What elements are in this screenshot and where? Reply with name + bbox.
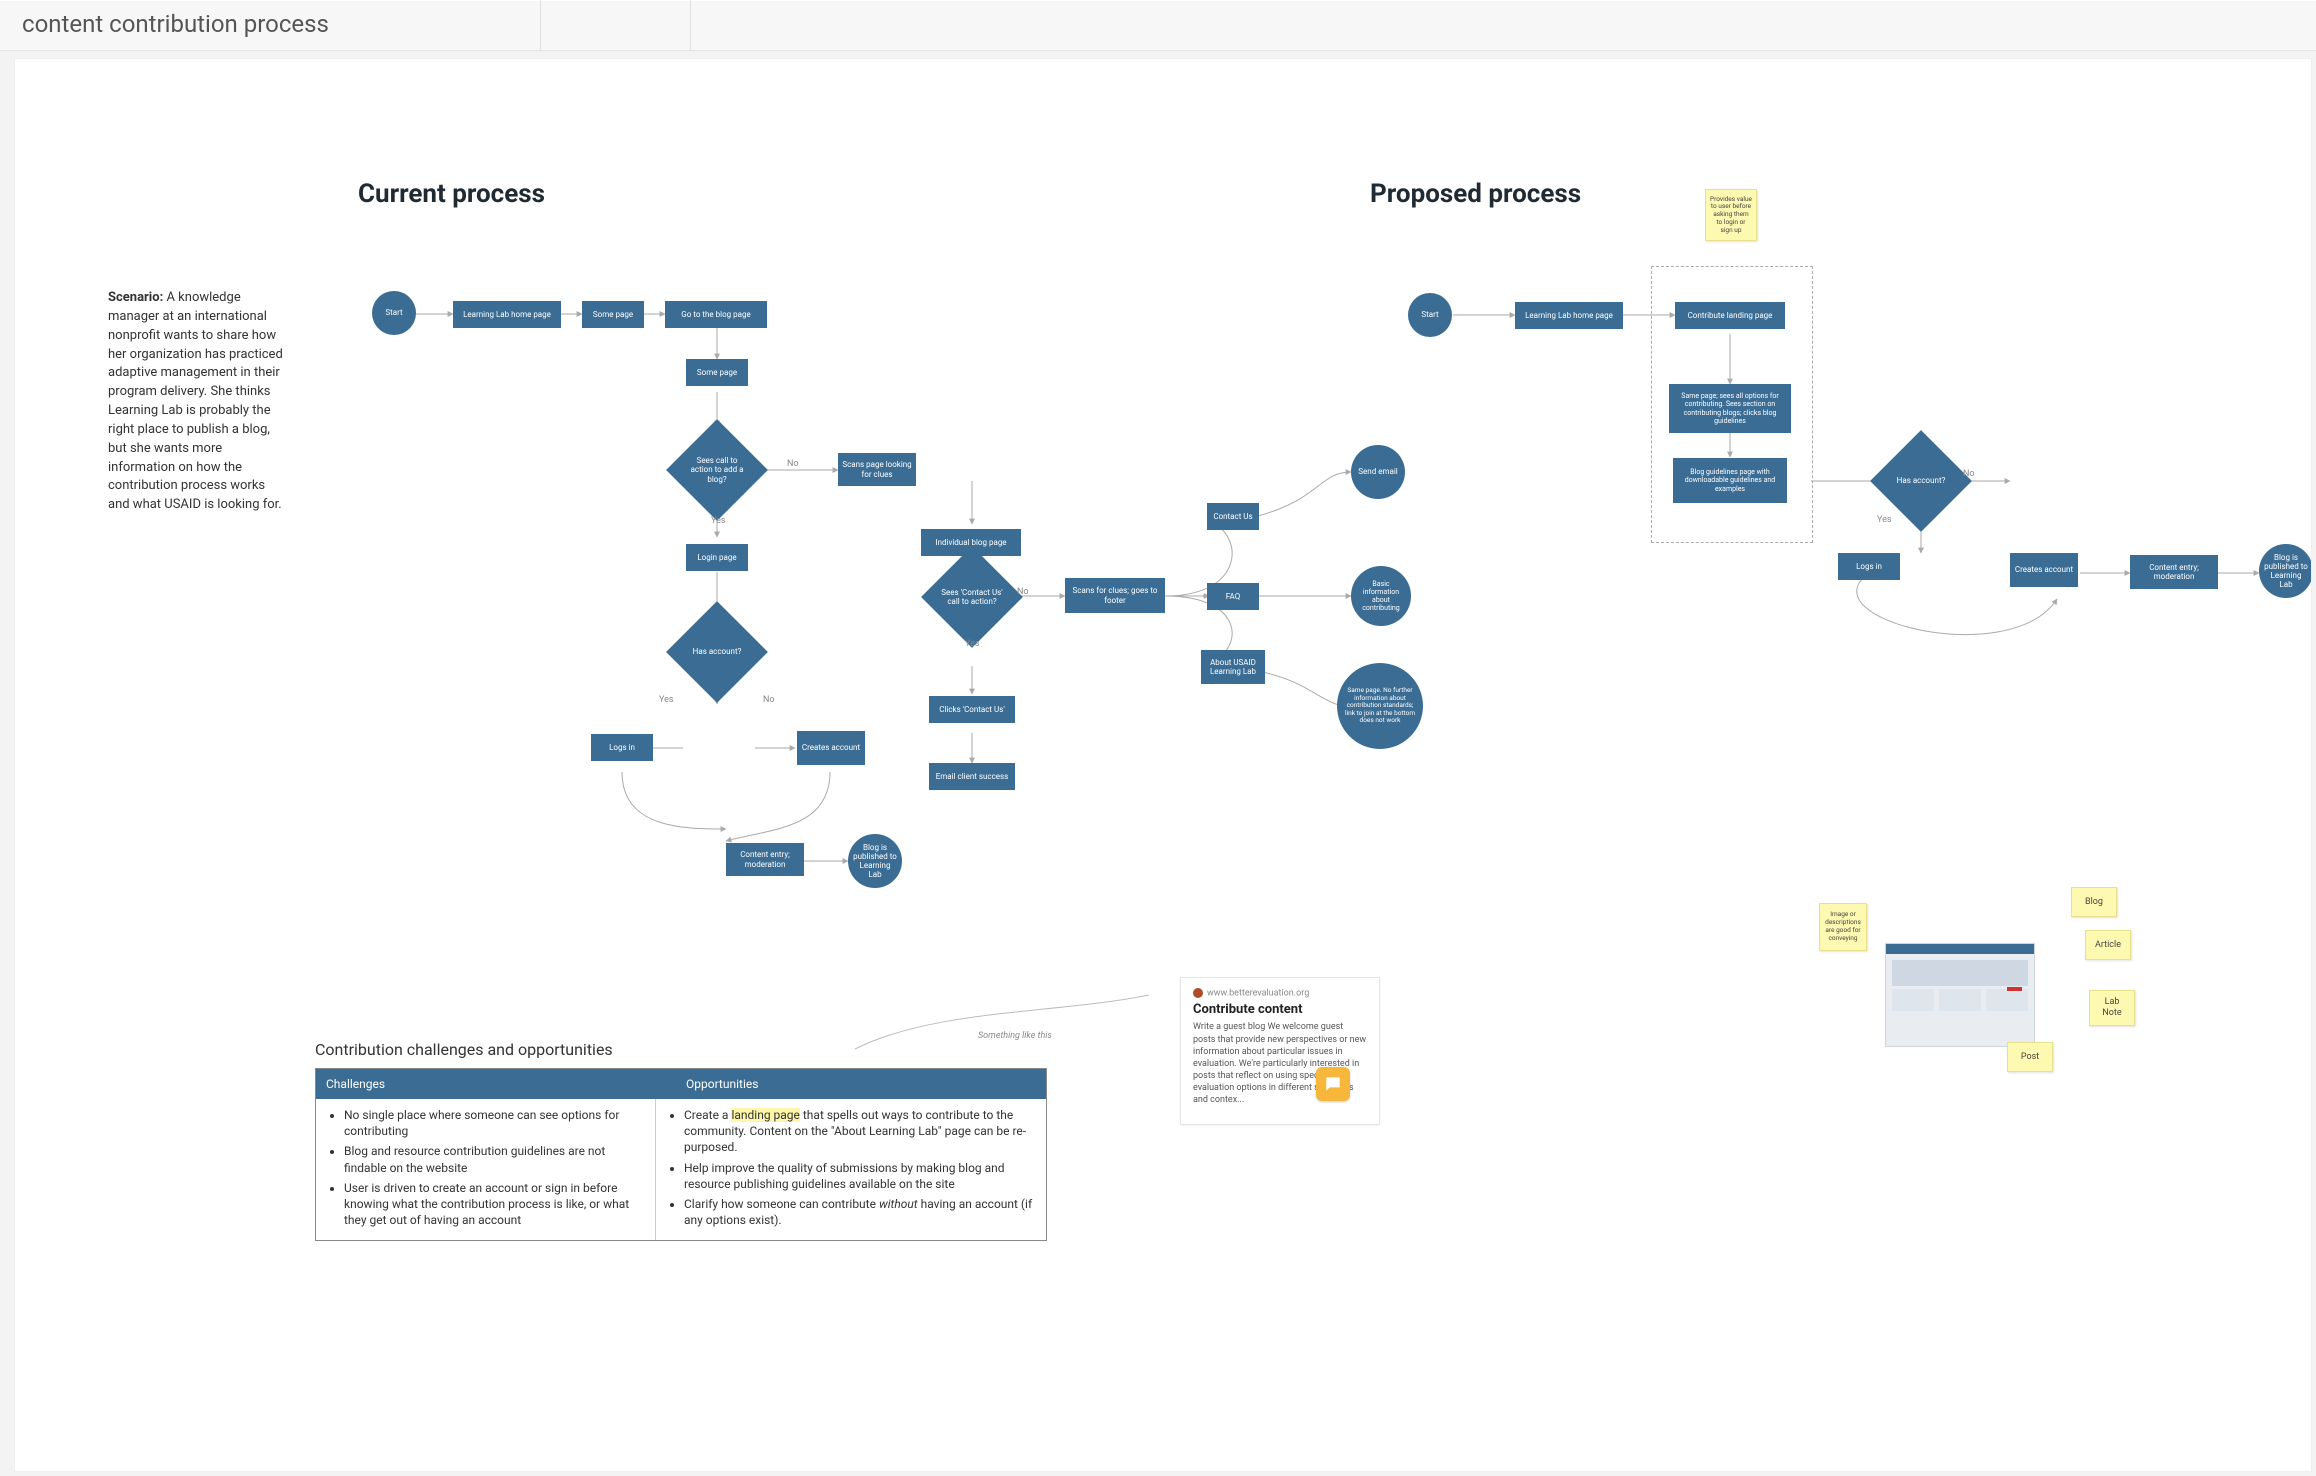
something-like-this-label: Something like this: [978, 1031, 1052, 1041]
sticky-image-desc[interactable]: Image or descriptions are good for conve…: [1819, 903, 1867, 951]
node-blog-guidelines: Blog guidelines page with downloadable g…: [1673, 458, 1787, 503]
example-card: www.betterevaluation.org Contribute cont…: [1180, 977, 1380, 1125]
node-contribute-landing: Contribute landing page: [1675, 302, 1785, 329]
node-content-entry-proposed: Content entry; moderation: [2130, 555, 2218, 589]
col-hdr-opportunities: Opportunities: [676, 1069, 1046, 1099]
decision-has-account-proposed: Has account?: [1885, 445, 1957, 517]
sticky-lab-note[interactable]: Lab Note: [2089, 990, 2135, 1026]
canvas[interactable]: Current process Proposed process Scenari…: [14, 58, 2312, 1472]
opportunity-item: Clarify how someone can contribute witho…: [684, 1196, 1040, 1228]
proposed-arrows: [15, 59, 2312, 759]
label-yes-prop: Yes: [1877, 515, 1892, 525]
subheading-challenges: Contribution challenges and opportunitie…: [315, 1040, 613, 1059]
node-email-success: Email client success: [929, 763, 1015, 790]
challenge-item: Blog and resource contribution guideline…: [344, 1143, 649, 1175]
sticky-post[interactable]: Post: [2007, 1042, 2053, 1072]
sticky-article[interactable]: Article: [2085, 930, 2131, 960]
page-title: content contribution process: [22, 10, 329, 38]
sticky-blog[interactable]: Blog: [2071, 887, 2117, 917]
cell-challenges: No single place where someone can see op…: [316, 1099, 656, 1240]
opportunity-item: Create a landing page that spells out wa…: [684, 1107, 1040, 1156]
topbar-divider: [540, 0, 541, 50]
topbar: content contribution process: [0, 0, 2316, 51]
challenges-table: Challenges Opportunities No single place…: [315, 1068, 1047, 1241]
opportunity-item: Help improve the quality of submissions …: [684, 1160, 1040, 1192]
chat-icon[interactable]: [1316, 1067, 1350, 1101]
card-title: Contribute content: [1193, 1002, 1367, 1017]
node-creates-account-proposed: Creates account: [2010, 553, 2078, 587]
node-published-proposed: Blog is published to Learning Lab: [2259, 544, 2312, 598]
node-sees-options: Same page; sees all options for contribu…: [1669, 384, 1791, 433]
viewport: content contribution process Current pro…: [0, 0, 2316, 1476]
node-logs-in-proposed: Logs in: [1838, 553, 1900, 580]
mockup-thumbnail: [1885, 943, 2035, 1047]
node-start-proposed: Start: [1408, 293, 1452, 337]
challenge-item: User is driven to create an account or s…: [344, 1180, 649, 1229]
topbar-divider: [690, 0, 691, 50]
node-content-entry-current: Content entry; moderation: [726, 843, 804, 876]
node-published-current: Blog is published to Learning Lab: [848, 834, 902, 888]
col-hdr-challenges: Challenges: [316, 1069, 676, 1099]
node-home-proposed: Learning Lab home page: [1515, 302, 1623, 329]
card-url: www.betterevaluation.org: [1193, 988, 1367, 998]
label-no-prop: No: [1963, 469, 1975, 479]
cell-opportunities: Create a landing page that spells out wa…: [656, 1099, 1046, 1240]
challenge-item: No single place where someone can see op…: [344, 1107, 649, 1139]
